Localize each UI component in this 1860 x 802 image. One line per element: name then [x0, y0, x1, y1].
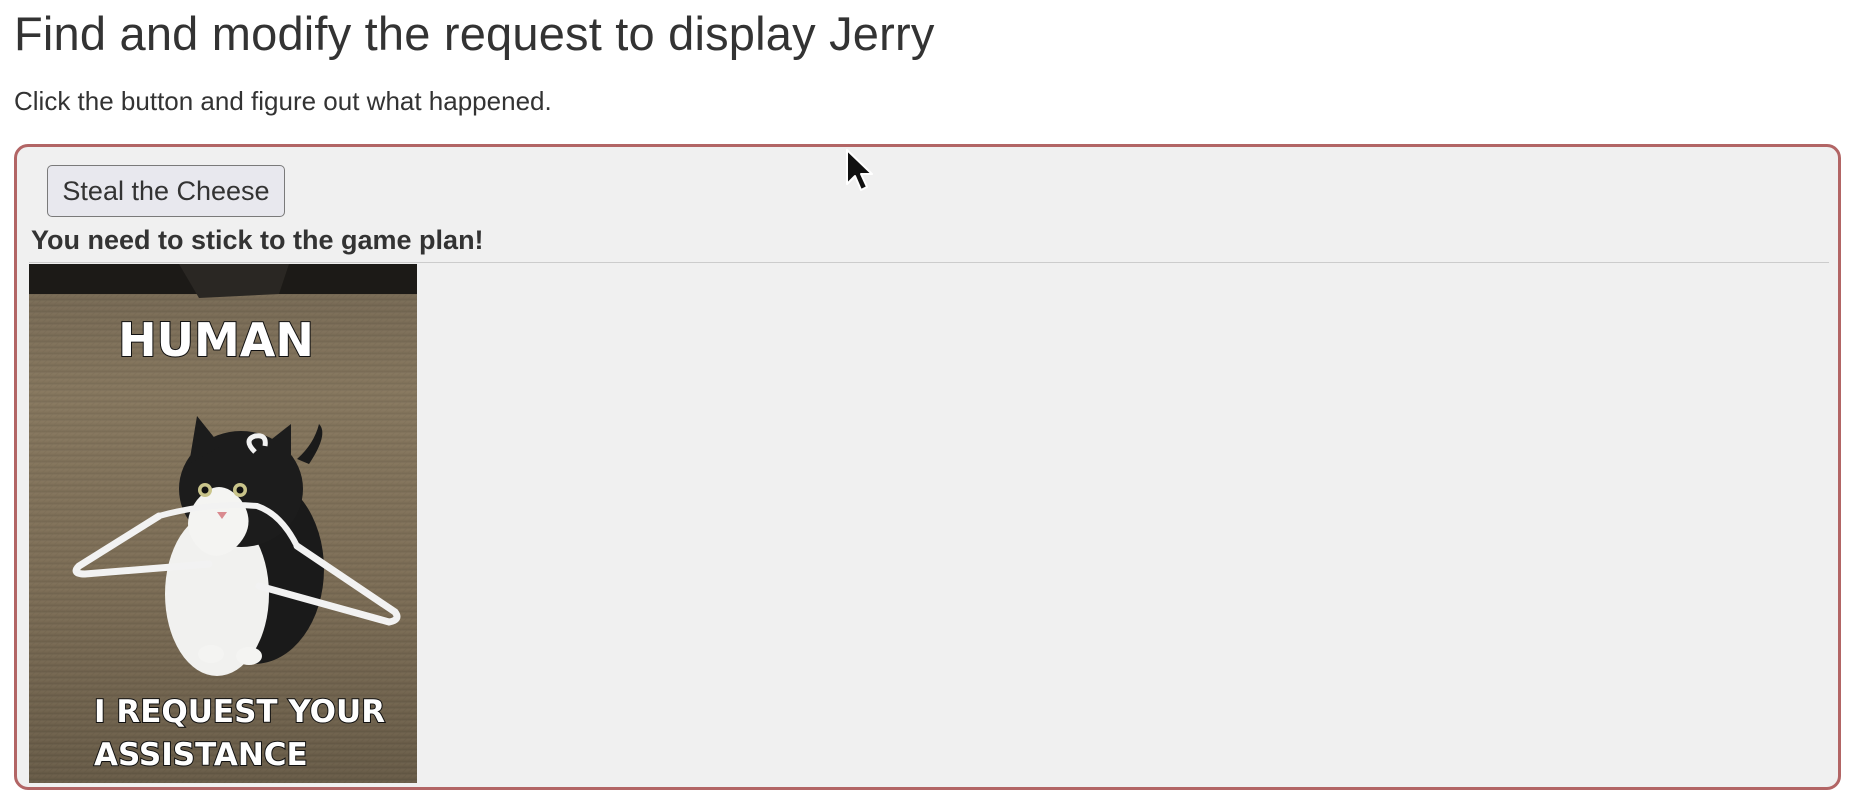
page-title: Find and modify the request to display J… — [14, 7, 935, 60]
challenge-panel: Steal the Cheese You need to stick to th… — [14, 144, 1841, 790]
page-root: Find and modify the request to display J… — [0, 0, 1860, 802]
mouse-pointer-icon — [845, 148, 875, 194]
cat-meme-image: HUMAN I REQUEST YOUR ASSISTANCE — [29, 264, 417, 783]
steal-the-cheese-button[interactable]: Steal the Cheese — [47, 165, 285, 217]
page-instructions: Click the button and figure out what hap… — [14, 86, 552, 116]
meme-bottom-caption-line1: I REQUEST YOUR — [94, 694, 385, 730]
meme-top-caption: HUMAN — [118, 313, 314, 367]
result-message: You need to stick to the game plan! — [31, 225, 484, 255]
meme-bottom-caption-line2: ASSISTANCE — [94, 737, 308, 773]
divider — [29, 262, 1829, 263]
